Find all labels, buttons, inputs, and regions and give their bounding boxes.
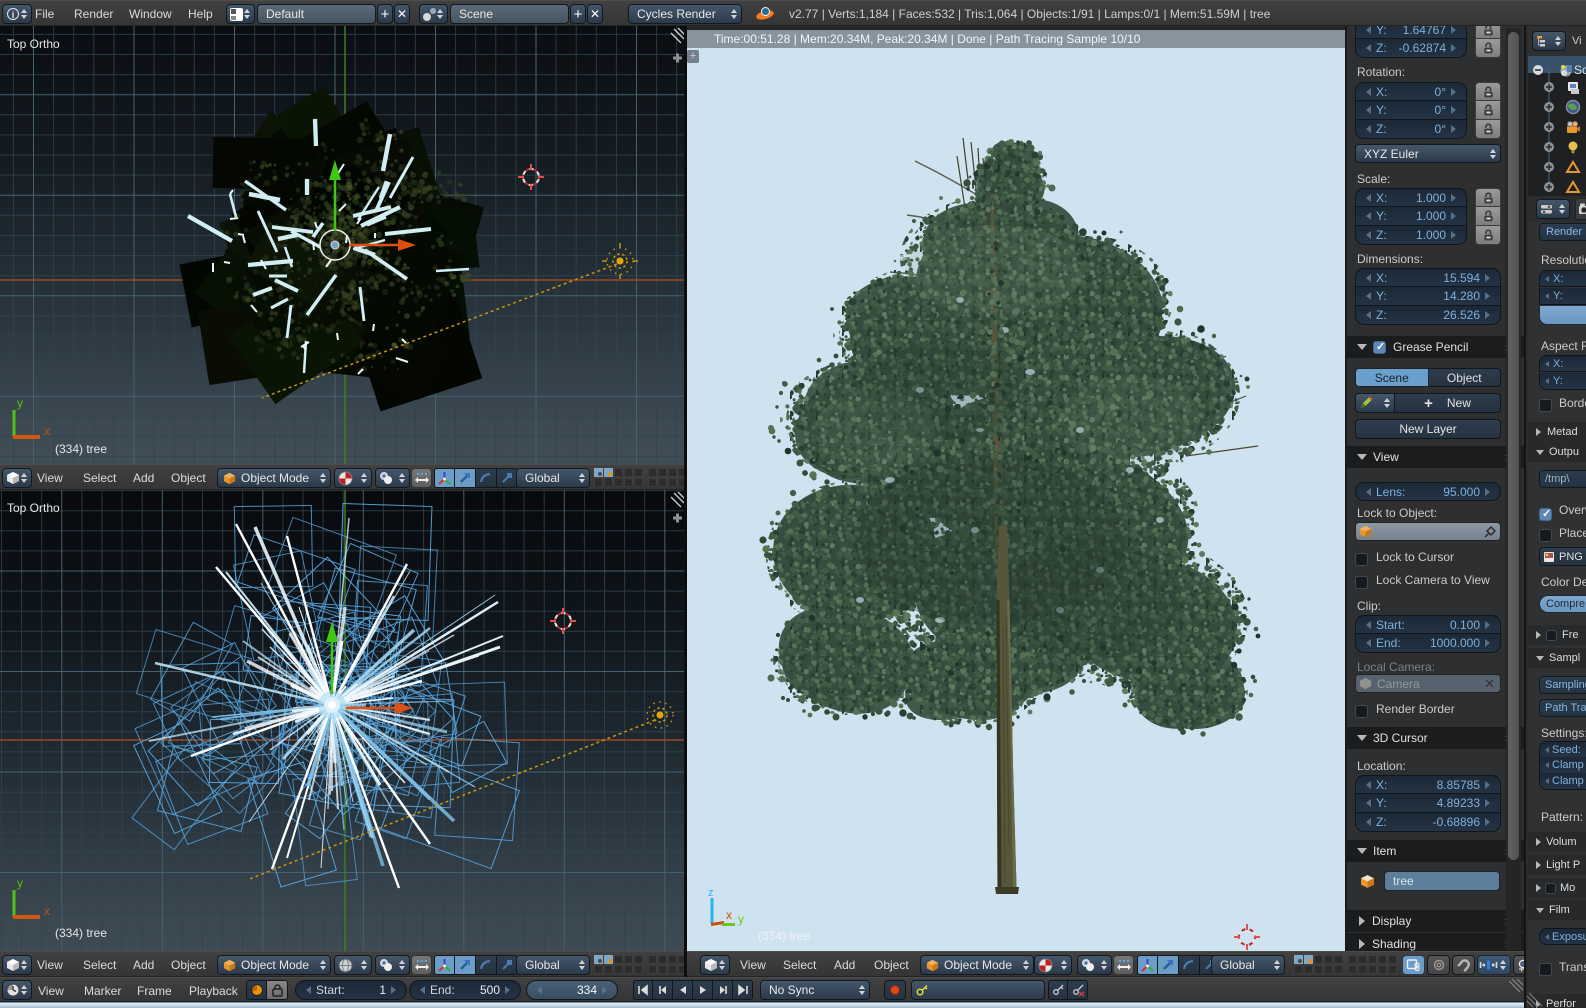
svg-text:x: x (726, 908, 732, 922)
svg-text:Top Ortho: Top Ortho (7, 501, 60, 515)
svg-text:Top Ortho: Top Ortho (7, 37, 60, 51)
svg-text:Sce: Sce (1574, 63, 1586, 77)
svg-text:(334) tree: (334) tree (55, 442, 107, 456)
svg-text:y: y (738, 912, 744, 926)
svg-text:(334) tree: (334) tree (55, 926, 107, 940)
svg-text:x: x (44, 904, 50, 918)
svg-text:y: y (17, 396, 23, 410)
svg-text:y: y (17, 876, 23, 890)
svg-text:(334) tree: (334) tree (758, 929, 810, 943)
svg-text:x: x (44, 424, 50, 438)
svg-text:z: z (708, 887, 714, 899)
